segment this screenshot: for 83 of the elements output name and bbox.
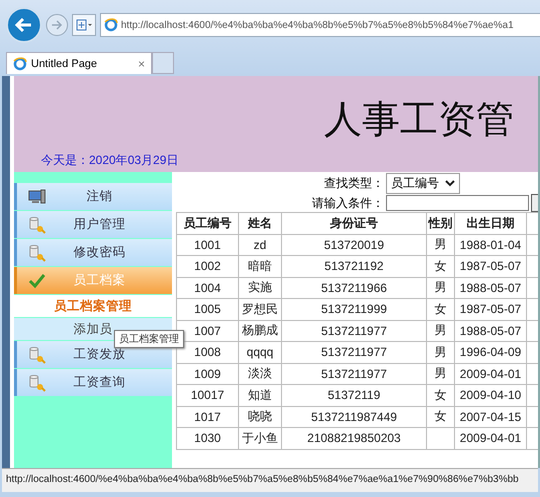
table-cell: 1004	[176, 277, 238, 298]
database-key-icon	[28, 374, 46, 392]
table-cell: 男	[426, 320, 454, 342]
database-key-icon	[28, 244, 46, 262]
check-icon	[28, 272, 46, 288]
column-header: 员工编号	[176, 212, 238, 234]
column-header: 性别	[426, 212, 454, 234]
date-text: 今天是：2020年03月29日	[40, 152, 180, 169]
address-bar[interactable]: http://localhost:4600/%e4%ba%ba%e4%ba%8b%e5%b7%a5%e8%b5%84%e7%ae%a1	[100, 13, 540, 37]
table-cell: 2007-04-15	[454, 406, 526, 428]
table-cell: 知道	[238, 384, 282, 406]
browser-icon	[104, 18, 118, 32]
table-cell: 1996-04-09	[454, 342, 526, 363]
database-key-icon	[28, 346, 46, 364]
table-cell: 杨鹏成	[238, 320, 282, 342]
search-type-label: 查找类型：	[324, 174, 384, 192]
table-cell: 淡淡	[238, 363, 282, 384]
menu-item[interactable]: 用户管理	[14, 211, 172, 238]
table-cell: 男	[426, 277, 454, 298]
table-cell: zd	[238, 234, 282, 256]
table-cell: 罗想民	[238, 298, 282, 320]
column-header: 出生日期	[454, 212, 526, 234]
table-cell: 1005	[176, 298, 238, 320]
computer-icon	[28, 188, 46, 204]
table-cell: 5137211977	[282, 342, 426, 363]
table-cell: 513721192	[282, 256, 426, 277]
menu-item[interactable]: 修改密码	[14, 239, 172, 266]
table-cell: 1030	[176, 428, 238, 449]
table-cell: 5137211987449	[282, 406, 426, 428]
browser-tab[interactable]: Untitled Page ×	[6, 52, 152, 74]
table-cell: 1987-05-07	[454, 256, 526, 277]
table-cell: 5137211966	[282, 277, 426, 298]
database-key-icon	[28, 216, 46, 234]
table-cell: 女	[426, 384, 454, 406]
search-type-dropdown[interactable]: 员工编号	[386, 172, 460, 194]
table-cell: 2009-04-10	[454, 384, 526, 406]
table-cell: 实施	[238, 277, 282, 298]
table-cell: 1007	[176, 320, 238, 342]
table-cell: 5137211977	[282, 363, 426, 384]
table-cell: 女	[426, 298, 454, 320]
table-cell: 5137211999	[282, 298, 426, 320]
menu-item[interactable]: 注销	[14, 183, 172, 210]
arrow-right-icon	[51, 20, 63, 30]
page-title: 人事工资管	[323, 98, 515, 143]
table-cell: 男	[426, 234, 454, 256]
table-cell: 1017	[176, 406, 238, 428]
table-cell: 男	[426, 342, 454, 363]
close-icon[interactable]: ×	[138, 56, 145, 70]
table-cell: 10017	[176, 384, 238, 406]
table-cell: 哓哓	[238, 406, 282, 428]
table-cell: 21088219850203	[282, 428, 426, 449]
table-cell: 5137211977	[282, 320, 426, 342]
table-cell: 女	[426, 256, 454, 277]
table-cell: 1988-05-07	[454, 277, 526, 298]
table-cell: 女	[426, 406, 454, 428]
tooltip: 员工档案管理	[114, 330, 184, 348]
table-cell: 暗暗	[238, 256, 282, 277]
plus-dropdown-icon	[76, 19, 92, 31]
condition-label: 请输入条件：	[312, 194, 384, 212]
browser-icon	[13, 56, 27, 70]
table-cell: 男	[426, 363, 454, 384]
table-cell: 51372119	[282, 384, 426, 406]
table-cell: 1987-05-07	[454, 298, 526, 320]
table-cell: qqqq	[238, 342, 282, 363]
compatibility-dropdown[interactable]	[72, 14, 96, 36]
table-cell: 1008	[176, 342, 238, 363]
table-cell: 1001	[176, 234, 238, 256]
table-cell: 2009-04-01	[454, 363, 526, 384]
arrow-left-icon	[15, 17, 33, 33]
table-cell: 513720019	[282, 234, 426, 256]
column-header: 姓名	[238, 212, 282, 234]
status-url: http://localhost:4600/%e4%ba%ba%e4%ba%8b%e5%b7%a5%e8%b5%84%e7%ae%a1%e7%90%86%e7%b3%bb	[6, 474, 519, 485]
table-cell: 1988-01-04	[454, 234, 526, 256]
menu-item[interactable]: 工资查询	[14, 369, 172, 396]
column-header: 身份证号	[282, 212, 426, 234]
table-cell: 1002	[176, 256, 238, 277]
table-cell: 2009-04-01	[454, 428, 526, 449]
table-cell: 1988-05-07	[454, 320, 526, 342]
table-cell: 于小鱼	[238, 428, 282, 449]
chevron-icon	[445, 180, 455, 186]
search-button[interactable]	[531, 194, 538, 212]
table-cell: 1009	[176, 363, 238, 384]
condition-input[interactable]	[386, 195, 530, 211]
